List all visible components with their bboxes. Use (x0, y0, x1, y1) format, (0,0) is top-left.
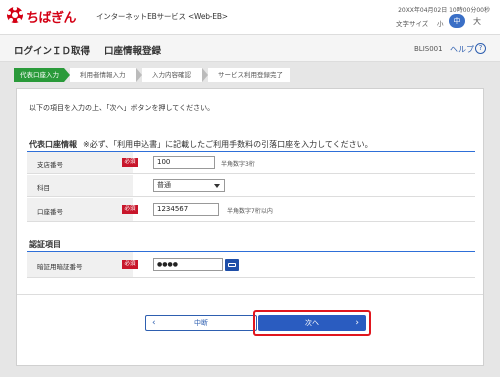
font-size-medium-button[interactable]: 中 (449, 14, 465, 28)
step-1: 代表口座入力 (14, 68, 64, 82)
help-icon[interactable]: ? (475, 43, 486, 54)
abort-button-label: 中断 (194, 319, 208, 327)
step-2: 利用者情報入力 (70, 68, 136, 82)
required-badge: 必須 (122, 158, 138, 167)
account-label: 口座番号 (37, 208, 63, 216)
account-hint: 半角数字7桁以内 (227, 208, 273, 215)
page-section-title: ログインＩＤ取得 (14, 46, 91, 57)
account-section-note: ※必ず、「利用申込書」に記載したご利用手数料の引落口座を入力してください。 (83, 140, 373, 149)
chevron-down-icon (214, 184, 220, 188)
abort-button[interactable]: ‹ 中断 (145, 315, 257, 331)
bank-logo-text: ちばぎん (26, 11, 77, 26)
account-label-cell: 口座番号 必須 (27, 198, 138, 221)
required-badge: 必須 (122, 205, 138, 214)
page-title-bar: ログインＩＤ取得 口座情報登録 BLIS001 ヘルプ ? (0, 34, 500, 62)
font-size-small-button[interactable]: 小 (437, 18, 444, 28)
account-row: 口座番号 必須 1234567 半角数字7桁以内 (27, 198, 475, 222)
account-number-input[interactable]: 1234567 (153, 203, 219, 216)
screen-id: BLIS001 (414, 45, 443, 53)
branch-hint: 半角数字3桁 (221, 161, 255, 168)
branch-number-input[interactable]: 100 (153, 156, 215, 169)
subject-row: 科目 普通 (27, 175, 475, 197)
step-3: 入力内容確認 (142, 68, 202, 82)
account-section-title: 代表口座情報 (29, 140, 77, 149)
subject-label-cell: 科目 (27, 175, 133, 196)
instruction-text: 以下の項目を入力の上、「次へ」ボタンを押してください。 (29, 104, 215, 112)
account-section-heading: 代表口座情報 ※必ず、「利用申込書」に記載したご利用手数料の引落口座を入力してくだ… (29, 139, 373, 150)
help-link[interactable]: ヘルプ (450, 44, 474, 55)
page-title: 口座情報登録 (104, 46, 162, 57)
chevron-left-icon: ‹ (152, 318, 156, 328)
top-header: ちばぎん インターネットEBサービス <Web-EB> 20XX年04月02日 … (0, 0, 500, 34)
subject-label: 科目 (37, 184, 50, 192)
subject-select-value: 普通 (157, 181, 171, 189)
next-button[interactable]: 次へ › (258, 315, 366, 331)
current-datetime: 20XX年04月02日 10時00分00秒 (398, 7, 490, 14)
form-footer-divider (17, 294, 483, 295)
pin-label-cell: 暗証用暗証番号 必須 (27, 252, 138, 277)
next-button-highlight: 次へ › (253, 310, 371, 336)
step-4: サービス利用登録完了 (208, 68, 290, 82)
pin-row: 暗証用暗証番号 必須 ●●●● (27, 252, 475, 278)
registration-form-card: 以下の項目を入力の上、「次へ」ボタンを押してください。 代表口座情報 ※必ず、「利… (16, 88, 484, 366)
pin-input[interactable]: ●●●● (153, 258, 223, 271)
pin-label: 暗証用暗証番号 (37, 263, 83, 271)
required-badge: 必須 (122, 260, 138, 269)
software-keyboard-icon[interactable] (225, 259, 239, 271)
service-name: インターネットEBサービス <Web-EB> (96, 12, 228, 21)
branch-label: 支店番号 (37, 161, 63, 169)
next-button-label: 次へ (305, 319, 319, 327)
chevron-right-icon: › (355, 318, 359, 328)
branch-row: 支店番号 必須 100 半角数字3桁 (27, 152, 475, 174)
subject-select[interactable]: 普通 (153, 179, 225, 192)
branch-label-cell: 支店番号 必須 (27, 152, 138, 173)
auth-section-title: 認証項目 (29, 240, 61, 249)
font-size-label: 文字サイズ (396, 20, 429, 28)
font-size-large-button[interactable]: 大 (473, 16, 481, 27)
bank-logo-icon (7, 6, 23, 23)
